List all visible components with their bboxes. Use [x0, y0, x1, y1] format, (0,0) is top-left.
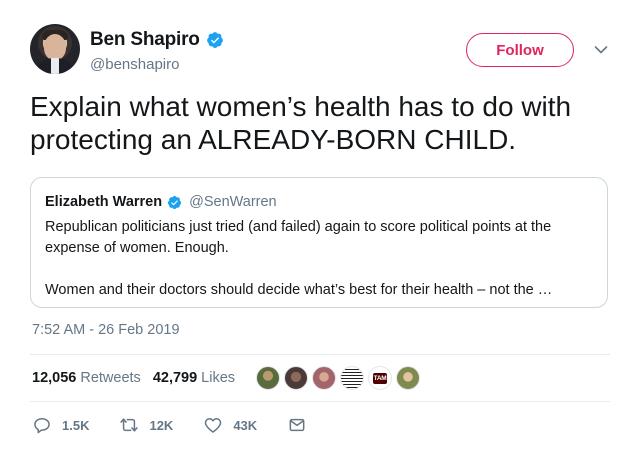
quoted-tweet-header: Elizabeth Warren @SenWarren — [45, 194, 277, 210]
tweet-action-bar: 1.5K 12K 43K — [32, 415, 337, 435]
envelope-icon — [289, 418, 305, 432]
quoted-tweet-body: Republican politicians just tried (and f… — [45, 217, 595, 301]
verified-badge-icon — [168, 195, 182, 209]
liker-badge-text: TAM — [372, 372, 388, 384]
tweet-timestamp[interactable]: 7:52 AM - 26 Feb 2019 — [32, 322, 180, 338]
retweets-label[interactable]: Retweets — [80, 370, 140, 386]
verified-badge-icon — [206, 32, 223, 48]
liker-avatar[interactable] — [396, 366, 420, 390]
avatar-shirt — [51, 58, 59, 74]
likes-label[interactable]: Likes — [201, 370, 235, 386]
divider — [30, 401, 610, 402]
retweets-count[interactable]: 12,056 — [32, 370, 76, 386]
divider — [30, 354, 610, 355]
likes-count[interactable]: 42,799 — [153, 370, 197, 386]
engagement-stats: 12,056 Retweets 42,799 Likes — [32, 370, 235, 386]
retweet-button[interactable]: 12K — [119, 415, 173, 435]
author-handle[interactable]: @benshapiro — [90, 56, 179, 73]
quoted-author-name: Elizabeth Warren — [45, 194, 163, 210]
liker-avatar[interactable] — [256, 366, 280, 390]
like-button[interactable]: 43K — [203, 415, 257, 435]
author-name-row[interactable]: Ben Shapiro — [90, 29, 224, 51]
quoted-tweet-card[interactable]: Elizabeth Warren @SenWarren Republican p… — [30, 177, 608, 308]
reply-icon — [34, 418, 50, 434]
liker-avatar[interactable]: TAM — [368, 366, 392, 390]
liker-avatar[interactable] — [284, 366, 308, 390]
liker-avatar[interactable] — [340, 366, 364, 390]
reply-count: 1.5K — [62, 417, 90, 433]
quoted-tweet-paragraph: Republican politicians just tried (and f… — [45, 219, 552, 256]
tweet-text: Explain what women’s health has to do wi… — [30, 91, 572, 155]
author-display-name[interactable]: Ben Shapiro — [90, 29, 200, 51]
like-count: 43K — [233, 417, 258, 433]
retweet-count: 12K — [149, 417, 174, 433]
heart-icon — [205, 418, 222, 433]
retweet-icon — [120, 418, 139, 432]
liker-avatars: TAM — [256, 366, 420, 390]
quoted-author-handle: @SenWarren — [189, 194, 277, 210]
avatar-face — [44, 34, 66, 60]
liker-avatar[interactable] — [312, 366, 336, 390]
reply-button[interactable]: 1.5K — [32, 415, 89, 435]
chevron-down-icon[interactable] — [594, 45, 608, 55]
direct-message-button[interactable] — [287, 415, 307, 435]
follow-button[interactable]: Follow — [466, 33, 574, 67]
author-avatar[interactable] — [30, 24, 80, 74]
quoted-tweet-paragraph: Women and their doctors should decide wh… — [45, 282, 553, 298]
